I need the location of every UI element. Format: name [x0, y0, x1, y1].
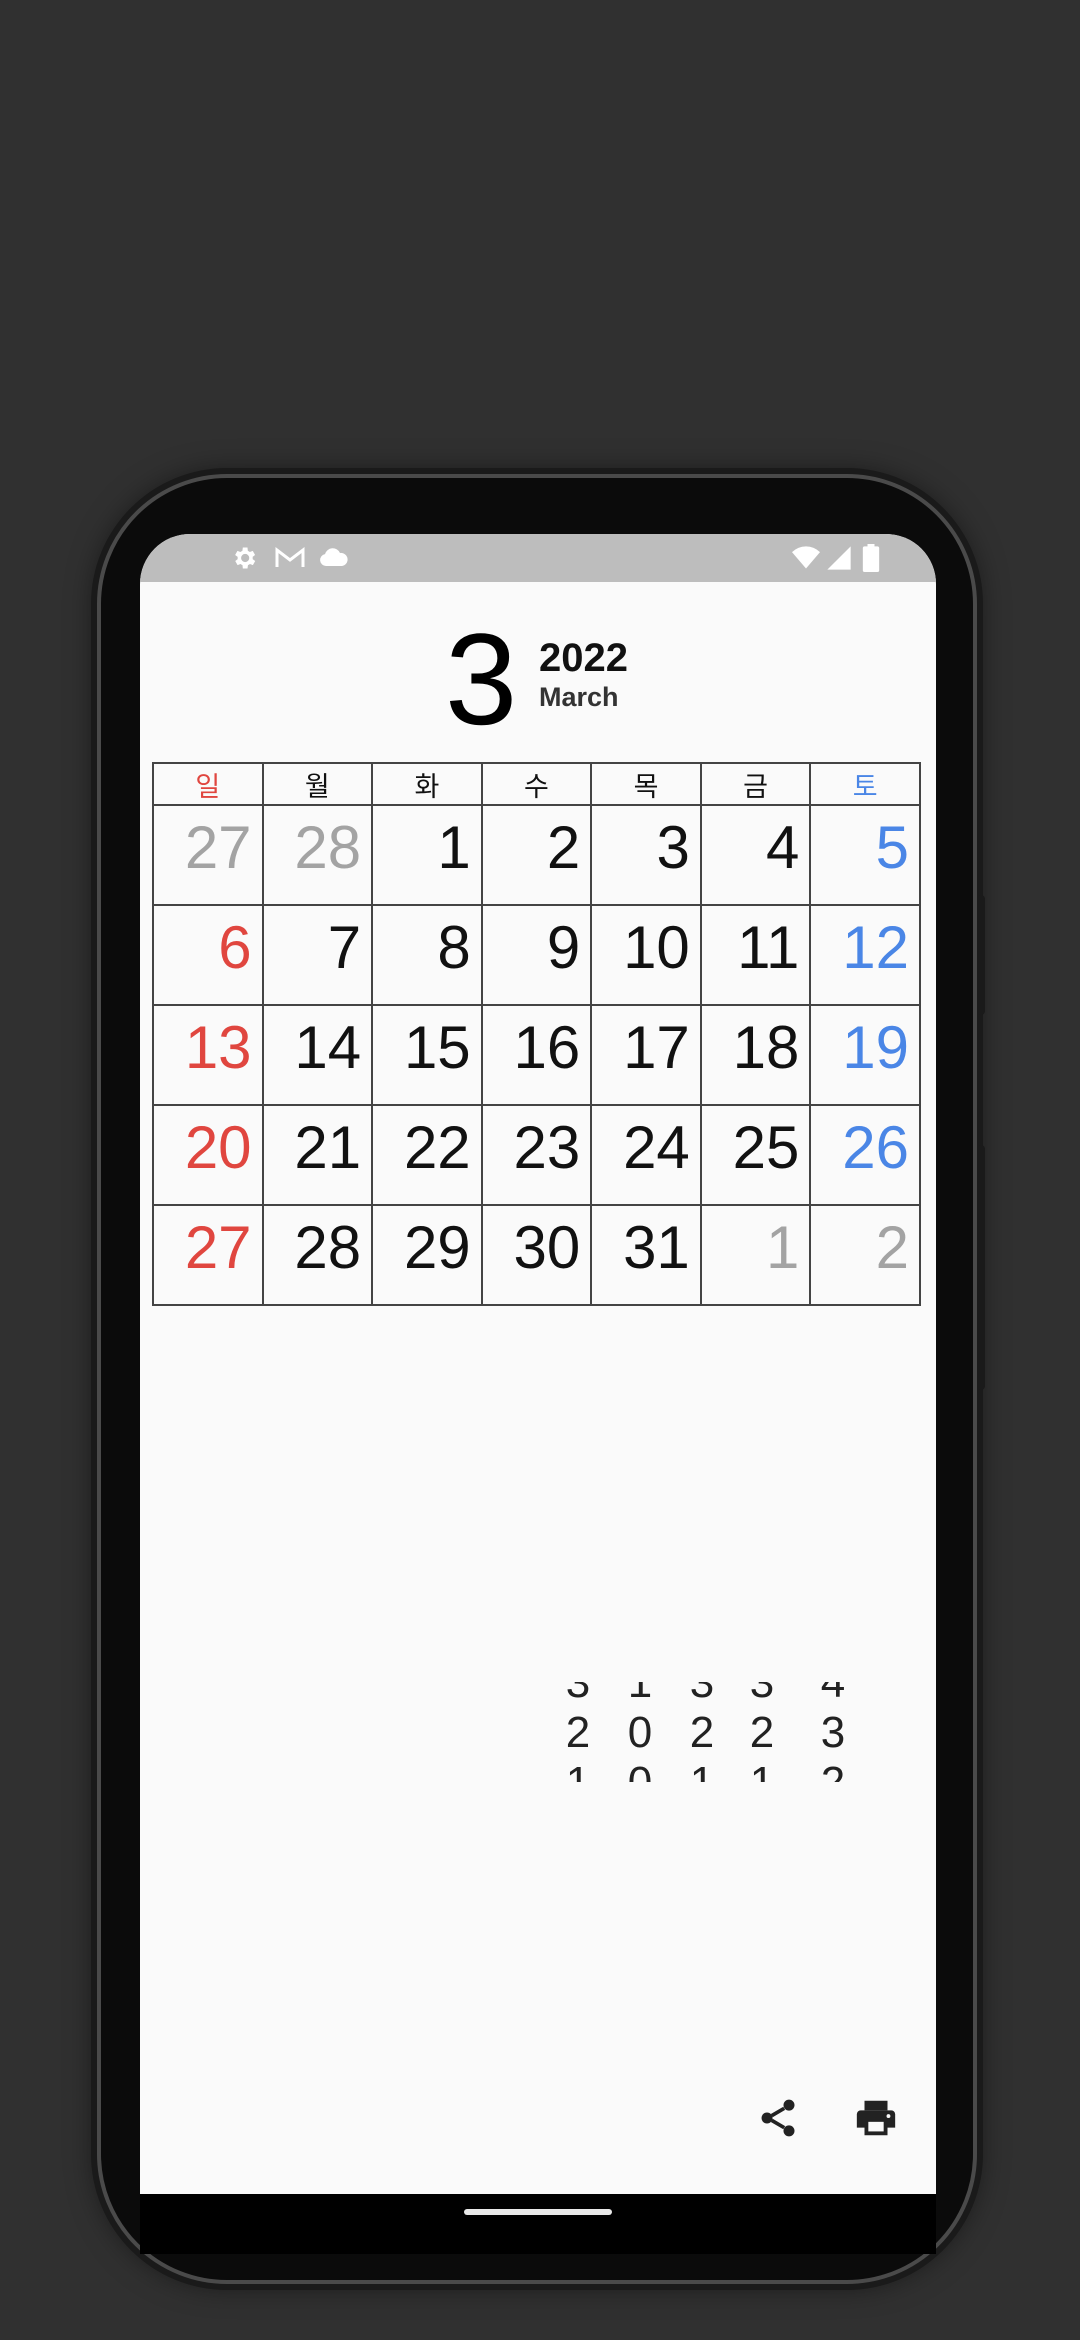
ticker-digit: 3 — [565, 1682, 591, 1707]
calendar-day-cell[interactable]: 4 — [699, 804, 812, 906]
weekday-tue: 화 — [371, 762, 483, 806]
ticker-column: 321 — [744, 1682, 780, 1782]
ticker-digit: 2 — [565, 1708, 591, 1757]
calendar-day-cell[interactable]: 8 — [371, 904, 483, 1006]
status-bar — [140, 534, 936, 582]
ticker-column: 100 — [622, 1682, 658, 1782]
calendar-day-cell[interactable]: 16 — [480, 1004, 593, 1106]
calendar-grid: 일 월 화 수 목 금 토 27 28 1 2 3 4 5 6 7 8 9 10 11 12 13 14 15 1… — [152, 762, 921, 1306]
calendar-day-cell[interactable]: 28 — [261, 1204, 374, 1306]
navigation-bar — [140, 2194, 936, 2254]
calendar-day-cell[interactable]: 22 — [371, 1104, 483, 1206]
month-name-label: March — [539, 682, 619, 712]
calendar-week-row: 27 28 1 2 3 4 5 — [152, 804, 921, 906]
month-header: 3 2022 March — [140, 614, 936, 744]
ticker-column: 432 — [815, 1682, 851, 1782]
ticker-digit: 1 — [627, 1682, 653, 1707]
calendar-week-row: 6 7 8 9 10 11 12 — [152, 904, 921, 1006]
calendar-day-cell[interactable]: 19 — [809, 1004, 921, 1106]
calendar-day-cell[interactable]: 14 — [261, 1004, 374, 1106]
calendar-day-cell[interactable]: 5 — [809, 804, 921, 906]
ticker-digit: 2 — [689, 1708, 715, 1757]
ticker-digit: 3 — [749, 1682, 775, 1707]
calendar-day-cell[interactable]: 28 — [261, 804, 374, 906]
ticker-column: 321 — [684, 1682, 720, 1782]
year-label: 2022 — [539, 636, 628, 680]
calendar-day-cell[interactable]: 12 — [809, 904, 921, 1006]
date-scroll-ticker: 321100321321432 — [560, 1682, 900, 1782]
calendar-day-cell[interactable]: 9 — [480, 904, 593, 1006]
cloud-icon — [320, 548, 348, 566]
calendar-day-cell[interactable]: 11 — [699, 904, 812, 1006]
ticker-digit: 1 — [744, 1758, 780, 1782]
settings-icon — [235, 547, 256, 569]
calendar-day-cell[interactable]: 26 — [809, 1104, 921, 1206]
ticker-digit: 1 — [684, 1758, 720, 1782]
calendar-day-cell[interactable]: 24 — [590, 1104, 702, 1206]
calendar-body: 27 28 1 2 3 4 5 6 7 8 9 10 11 12 13 14 15 16 17 18 19 20 21 22 2… — [152, 804, 921, 1306]
weekday-fri: 금 — [699, 762, 812, 806]
calendar-week-row: 13 14 15 16 17 18 19 — [152, 1004, 921, 1106]
gmail-icon — [275, 546, 305, 567]
calendar-day-cell[interactable]: 23 — [480, 1104, 593, 1206]
calendar-day-cell[interactable]: 18 — [699, 1004, 812, 1106]
weekday-sat: 토 — [809, 762, 921, 806]
weekday-sun: 일 — [152, 762, 264, 806]
weekday-header-row: 일 월 화 수 목 금 토 — [152, 762, 921, 806]
calendar-day-cell[interactable]: 1 — [699, 1204, 812, 1306]
print-icon — [856, 2100, 896, 2136]
calendar-week-row: 27 28 29 30 31 1 2 — [152, 1204, 921, 1306]
ticker-digit: 0 — [622, 1758, 658, 1782]
home-gesture-pill[interactable] — [464, 2209, 612, 2215]
battery-icon — [862, 544, 880, 572]
ticker-digit: 2 — [749, 1708, 775, 1757]
ticker-digit: 0 — [627, 1708, 653, 1757]
ticker-digit: 1 — [560, 1758, 596, 1782]
ticker-column: 321 — [560, 1682, 596, 1782]
weekday-thu: 목 — [590, 762, 702, 806]
calendar-day-cell[interactable]: 25 — [699, 1104, 812, 1206]
calendar-day-cell[interactable]: 17 — [590, 1004, 702, 1106]
calendar-day-cell[interactable]: 3 — [590, 804, 702, 906]
month-number: 3 — [445, 606, 518, 752]
calendar-day-cell[interactable]: 20 — [152, 1104, 264, 1206]
print-button[interactable] — [846, 2088, 906, 2148]
calendar-day-cell[interactable]: 1 — [371, 804, 483, 906]
calendar-day-cell[interactable]: 30 — [480, 1204, 593, 1306]
calendar-day-cell[interactable]: 7 — [261, 904, 374, 1006]
calendar-day-cell[interactable]: 10 — [590, 904, 702, 1006]
calendar-day-cell[interactable]: 27 — [152, 1204, 264, 1306]
share-icon — [761, 2099, 795, 2137]
weekday-wed: 수 — [480, 762, 593, 806]
ticker-digit: 4 — [820, 1682, 846, 1707]
calendar-day-cell[interactable]: 27 — [152, 804, 264, 906]
calendar-day-cell[interactable]: 15 — [371, 1004, 483, 1106]
calendar-day-cell[interactable]: 13 — [152, 1004, 264, 1106]
ticker-digit: 3 — [820, 1708, 846, 1757]
app-screen: 3 2022 March 일 월 화 수 목 금 토 27 28 1 2 3 4 5 6 7 8 9… — [140, 534, 936, 2194]
signal-icon — [827, 546, 851, 570]
calendar-day-cell[interactable]: 2 — [480, 804, 593, 906]
volume-button — [977, 1145, 985, 1390]
share-button[interactable] — [748, 2088, 808, 2148]
calendar-day-cell[interactable]: 6 — [152, 904, 264, 1006]
ticker-digit: 2 — [815, 1758, 851, 1782]
calendar-day-cell[interactable]: 31 — [590, 1204, 702, 1306]
calendar-day-cell[interactable]: 21 — [261, 1104, 374, 1206]
ticker-digit: 3 — [689, 1682, 715, 1707]
wifi-icon — [792, 546, 820, 569]
power-button — [977, 895, 985, 1015]
weekday-mon: 월 — [261, 762, 374, 806]
calendar-week-row: 20 21 22 23 24 25 26 — [152, 1104, 921, 1206]
calendar-day-cell[interactable]: 29 — [371, 1204, 483, 1306]
calendar-day-cell[interactable]: 2 — [809, 1204, 921, 1306]
